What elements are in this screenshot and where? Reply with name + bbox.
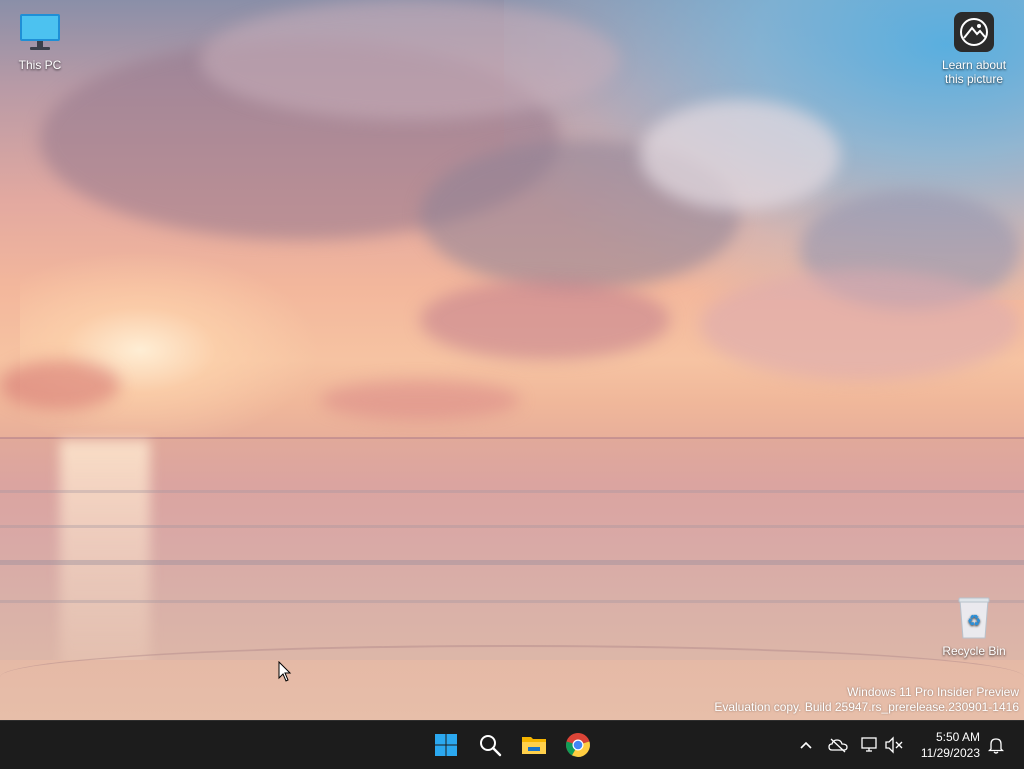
- cloud: [700, 270, 1020, 380]
- desktop-icon-label: Learn about this picture: [941, 58, 1007, 86]
- wave: [0, 600, 1024, 603]
- sun-glow: [20, 250, 320, 450]
- wave: [0, 525, 1024, 528]
- desktop-icon-this-pc[interactable]: This PC: [0, 10, 80, 72]
- volume-muted-icon: [885, 736, 903, 754]
- search-button[interactable]: [470, 725, 510, 765]
- wave: [0, 560, 1024, 565]
- desktop-icon-label: Recycle Bin: [942, 644, 1006, 658]
- cloud: [640, 100, 840, 210]
- sun-reflection: [60, 440, 150, 670]
- sea: [0, 438, 1024, 668]
- desktop-icon-learn-about-picture[interactable]: Learn about this picture: [934, 10, 1014, 86]
- chrome-button[interactable]: [558, 725, 598, 765]
- windows-watermark: Windows 11 Pro Insider Preview Evaluatio…: [714, 685, 1019, 715]
- network-tray-button[interactable]: [858, 733, 882, 757]
- watermark-line-2: Evaluation copy. Build 25947.rs_prerelea…: [714, 700, 1019, 714]
- learn-about-picture-icon: [952, 10, 996, 54]
- file-explorer-button[interactable]: [514, 725, 554, 765]
- svg-text:♻: ♻: [967, 611, 981, 630]
- volume-tray-button[interactable]: [882, 733, 906, 757]
- monitor-icon: [18, 10, 62, 54]
- chrome-icon: [566, 733, 590, 757]
- taskbar: 5:50 AM 11/29/2023: [0, 720, 1024, 769]
- clock-date: 11/29/2023: [920, 746, 980, 760]
- wave: [0, 490, 1024, 493]
- onedrive-tray-button[interactable]: [826, 733, 850, 757]
- horizon-line: [0, 437, 1024, 439]
- start-button[interactable]: [426, 725, 466, 765]
- search-icon: [480, 735, 502, 757]
- watermark-line-1: Windows 11 Pro Insider Preview: [847, 685, 1019, 699]
- cloud: [320, 380, 520, 420]
- cloud: [200, 0, 620, 120]
- chevron-up-icon: [800, 741, 812, 749]
- recycle-bin-icon: ♻: [952, 596, 996, 640]
- cloud: [420, 280, 670, 360]
- desktop-icon-label: This PC: [18, 58, 62, 72]
- notification-bell-icon: [988, 738, 1004, 754]
- clock[interactable]: 5:50 AM 11/29/2023: [921, 729, 980, 761]
- network-icon: [861, 737, 877, 752]
- onedrive-offline-icon: [828, 738, 848, 753]
- windows-logo-icon: [435, 734, 457, 756]
- desktop-background[interactable]: This PC Learn about this picture ♻ Recyc…: [0, 0, 1024, 720]
- notification-center-button[interactable]: [984, 733, 1008, 757]
- desktop-icon-recycle-bin[interactable]: ♻ Recycle Bin: [934, 596, 1014, 658]
- clock-time: 5:50 AM: [935, 730, 980, 744]
- show-hidden-icons-button[interactable]: [794, 733, 818, 757]
- folder-icon: [522, 737, 546, 754]
- mouse-cursor: [278, 660, 292, 688]
- cloud: [0, 360, 120, 410]
